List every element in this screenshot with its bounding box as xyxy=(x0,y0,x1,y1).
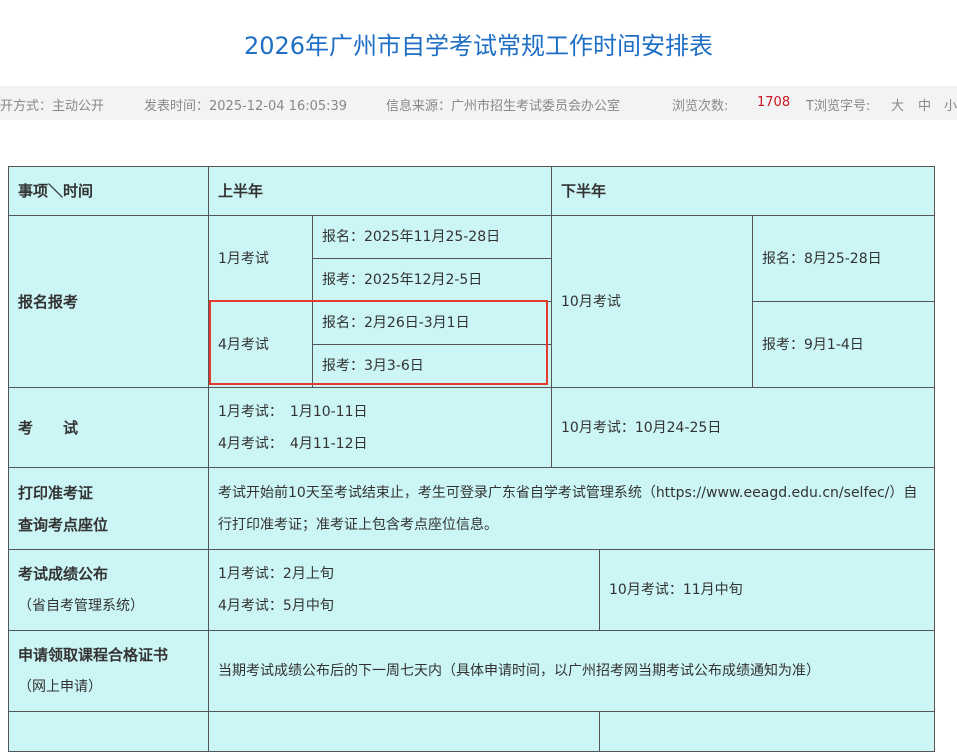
font-size-large-link[interactable]: 大 xyxy=(891,95,904,114)
results-first-half: 1月考试：2月上旬 4月考试：5月中旬 xyxy=(207,549,601,631)
registration-label: 报名报考 xyxy=(8,215,209,388)
schedule-table: 事项＼时间 上半年 下半年 报名报考 1月考试 报名：2025年11月25-28… xyxy=(8,166,936,752)
oct-exam-label: 10月考试 xyxy=(551,215,754,388)
jan-signup: 报名：2025年11月25-28日 xyxy=(311,215,553,259)
header-item-time: 事项＼时间 xyxy=(8,166,209,216)
results-apr: 4月考试：5月中旬 xyxy=(218,598,334,614)
apr-signup: 报名：2月26日-3月1日 xyxy=(311,301,553,345)
admission-text: 考试开始前10天至考试结束止，考生可登录广东省自学考试管理系统（https://… xyxy=(207,467,936,550)
header-second-half: 下半年 xyxy=(551,166,936,216)
empty-cell xyxy=(207,711,601,752)
exam-jan-date: 1月考试： 1月10-11日 xyxy=(218,403,368,420)
table-row: 考 试 1月考试： 1月10-11日 4月考试： 4月11-12日 10月考试：… xyxy=(8,387,936,468)
font-size-medium-link[interactable]: 中 xyxy=(918,95,931,114)
results-label-cell: 考试成绩公布 （省自考管理系统） xyxy=(8,549,209,631)
certificate-label: 申请领取课程合格证书 xyxy=(18,646,169,664)
article-meta-bar: 开方式：主动公开 发表时间：2025-12-04 16:05:39 信息来源：广… xyxy=(0,86,957,120)
jan-exam-label: 1月考试 xyxy=(208,215,313,302)
table-row: 打印准考证 查询考点座位 考试开始前10天至考试结束止，考生可登录广东省自学考试… xyxy=(8,467,936,550)
views-count: 1708 xyxy=(757,95,791,110)
table-row: 报名报考 1月考试 报名：2025年11月25-28日 10月考试 报名：8月2… xyxy=(8,215,936,388)
page-title: 2026年广州市自学考试常规工作时间安排表 xyxy=(243,32,714,60)
results-label: 考试成绩公布 xyxy=(18,565,109,583)
results-jan: 1月考试：2月上旬 xyxy=(218,566,334,582)
publish-time: 发表时间：2025-12-04 16:05:39 xyxy=(144,99,348,114)
admission-label-line2: 查询考点座位 xyxy=(18,515,109,534)
certificate-label-cell: 申请领取课程合格证书 （网上申请） xyxy=(8,630,209,712)
jan-apply: 报考：2025年12月2-5日 xyxy=(311,258,553,302)
table-row: 申请领取课程合格证书 （网上申请） 当期考试成绩公布后的下一周七天内（具体申请时… xyxy=(8,630,936,712)
empty-cell xyxy=(599,711,936,752)
exam-apr-date: 4月考试： 4月11-12日 xyxy=(218,435,368,452)
results-oct: 10月考试：11月中旬 xyxy=(599,549,936,631)
table-row xyxy=(8,711,936,752)
oct-signup: 报名：8月25-28日 xyxy=(752,215,936,302)
certificate-sub: （网上申请） xyxy=(18,679,102,695)
exam-label: 考 试 xyxy=(8,387,209,468)
table-header-row: 事项＼时间 上半年 下半年 xyxy=(8,166,936,216)
oct-apply: 报考：9月1-4日 xyxy=(752,301,936,388)
apr-apply: 报考：3月3-6日 xyxy=(311,344,553,388)
open-mode: 开方式：主动公开 xyxy=(0,99,105,114)
font-size-label: T浏览字号: xyxy=(806,99,871,114)
header-first-half: 上半年 xyxy=(207,166,553,216)
table-row: 考试成绩公布 （省自考管理系统） 1月考试：2月上旬 4月考试：5月中旬 10月… xyxy=(8,549,936,631)
empty-cell xyxy=(8,711,209,752)
exam-oct-date: 10月考试：10月24-25日 xyxy=(551,387,936,468)
admission-label: 打印准考证 查询考点座位 xyxy=(8,467,209,550)
certificate-text: 当期考试成绩公布后的下一周七天内（具体申请时间，以广州招考网当期考试公布成绩通知… xyxy=(207,630,936,712)
results-sub: （省自考管理系统） xyxy=(18,598,144,614)
info-source: 信息来源：广州市招生考试委员会办公室 xyxy=(386,99,621,114)
font-size-small-link[interactable]: 小 xyxy=(944,95,957,114)
apr-exam-label: 4月考试 xyxy=(208,301,313,388)
admission-label-line1: 打印准考证 xyxy=(18,483,94,502)
exam-first-half: 1月考试： 1月10-11日 4月考试： 4月11-12日 xyxy=(207,387,553,468)
views-label: 浏览次数: xyxy=(672,99,729,114)
